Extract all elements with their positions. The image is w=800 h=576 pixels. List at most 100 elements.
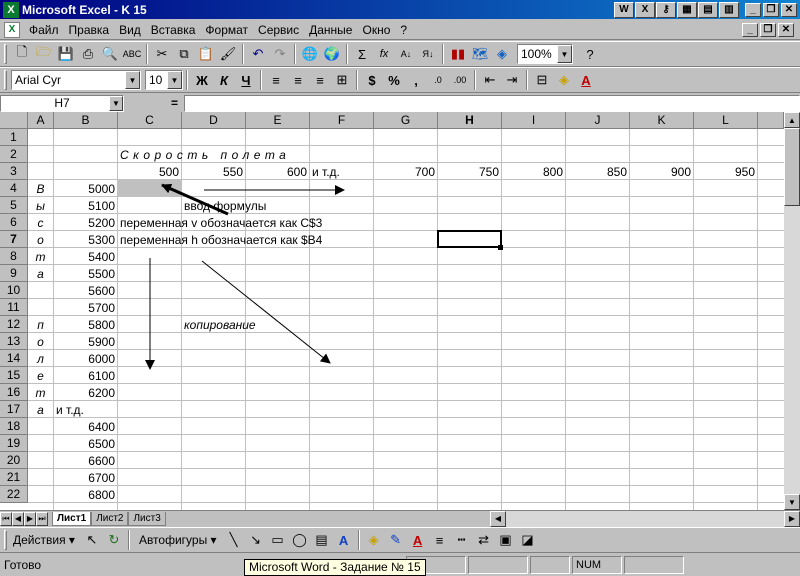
row-header-7[interactable]: 7 [0,231,28,248]
row-header-2[interactable]: 2 [0,146,28,163]
doc-restore-button[interactable]: ❐ [760,22,776,37]
doc-close-button[interactable]: ✕ [778,22,794,37]
workbook-icon[interactable]: X [4,21,20,38]
horizontal-scrollbar[interactable]: ◀ ▶ [490,510,800,527]
paste-icon[interactable]: 📋 [195,43,217,65]
row-header-16[interactable]: 16 [0,384,28,401]
column-header-H[interactable]: H [438,112,502,129]
row-header-5[interactable]: 5 [0,197,28,214]
autosum-icon[interactable]: Σ [351,43,373,65]
sort-asc-icon[interactable]: A↓ [395,43,417,65]
row-header-17[interactable]: 17 [0,401,28,418]
excel-app-icon[interactable]: X [3,1,19,18]
currency-button[interactable]: $ [361,69,383,91]
select-arrow-icon[interactable]: ↖ [81,529,103,551]
calendar-icon[interactable]: ▤ [698,1,718,18]
rotate-icon[interactable]: ↻ [103,529,125,551]
scroll-down-icon[interactable]: ▼ [784,494,800,510]
column-header-L[interactable]: L [694,112,758,129]
row-header-14[interactable]: 14 [0,350,28,367]
row-header-13[interactable]: 13 [0,333,28,350]
format-painter-icon[interactable]: 🖌 [217,43,239,65]
decrease-decimal-icon[interactable]: .00 [449,69,471,91]
next-sheet-icon[interactable]: ▶ [24,511,36,526]
menu-edit[interactable]: Правка [64,23,115,37]
row-header-19[interactable]: 19 [0,435,28,452]
open-icon[interactable]: 🗁 [33,43,55,65]
align-left-icon[interactable]: ≡ [265,69,287,91]
menu-format[interactable]: Формат [200,23,253,37]
oval-icon[interactable]: ◯ [289,529,311,551]
line-icon[interactable]: ╲ [223,529,245,551]
column-header-J[interactable]: J [566,112,630,129]
column-header-B[interactable]: B [54,112,118,129]
undo-icon[interactable]: ↶ [247,43,269,65]
doc-minimize-button[interactable]: _ [742,22,758,37]
chevron-down-icon[interactable]: ▼ [125,71,140,89]
arrow-icon[interactable]: ↘ [245,529,267,551]
minimize-button[interactable]: _ [745,2,761,17]
chevron-down-icon[interactable]: ▼ [167,71,182,89]
hyperlink-icon[interactable]: 🌐 [299,43,321,65]
copy-icon[interactable]: ⧉ [173,43,195,65]
web-toolbar-icon[interactable]: 🌍 [321,43,343,65]
column-header-I[interactable]: I [502,112,566,129]
menu-window[interactable]: Окно [357,23,395,37]
increase-decimal-icon[interactable]: .0 [427,69,449,91]
spelling-icon[interactable]: ABC [121,43,143,65]
percent-button[interactable]: % [383,69,405,91]
row-header-12[interactable]: 12 [0,316,28,333]
preview-icon[interactable]: 🔍 [99,43,121,65]
name-box[interactable]: H7 ▼ [0,94,124,112]
fill-color-icon[interactable]: ◈ [553,69,575,91]
redo-icon[interactable]: ↷ [269,43,291,65]
column-header-D[interactable]: D [182,112,246,129]
align-right-icon[interactable]: ≡ [309,69,331,91]
chart-wizard-icon[interactable]: ▮▮ [447,43,469,65]
fill-handle[interactable] [498,245,503,250]
scroll-up-icon[interactable]: ▲ [784,112,800,128]
row-header-3[interactable]: 3 [0,163,28,180]
close-button[interactable]: ✕ [781,2,797,17]
last-sheet-icon[interactable]: ⏭ [36,511,48,526]
cut-icon[interactable]: ✂ [151,43,173,65]
menu-help[interactable]: ? [395,23,412,37]
tab-sheet1[interactable]: Лист1 [52,511,92,526]
column-header-F[interactable]: F [310,112,374,129]
zoom-select[interactable]: 100% ▼ [517,44,573,64]
chip-icon[interactable]: ▦ [677,1,697,18]
row-header-4[interactable]: 4 [0,180,28,197]
new-icon[interactable]: 🗋 [11,43,33,65]
borders-icon[interactable]: ⊟ [531,69,553,91]
row-header-8[interactable]: 8 [0,248,28,265]
grid-icon[interactable]: ▥ [719,1,739,18]
menu-tools[interactable]: Сервис [253,23,304,37]
function-icon[interactable]: fx [373,43,395,65]
font-color-icon[interactable]: A [575,69,597,91]
merge-center-icon[interactable]: ⊞ [331,69,353,91]
column-header-C[interactable]: C [118,112,182,129]
row-header-21[interactable]: 21 [0,469,28,486]
formula-input[interactable] [184,94,800,112]
word-icon[interactable]: W [614,1,634,18]
select-all-corner[interactable] [0,112,28,129]
actions-menu[interactable]: Действия ▾ [13,533,75,547]
map-icon[interactable]: 🗺 [469,43,491,65]
row-header-6[interactable]: 6 [0,214,28,231]
print-icon[interactable]: ⎙ [77,43,99,65]
scroll-right-icon[interactable]: ▶ [784,510,800,527]
cell-c4-highlight[interactable] [118,180,181,197]
3d-icon[interactable]: ◪ [517,529,539,551]
excel-icon[interactable]: X [635,1,655,18]
row-header-1[interactable]: 1 [0,129,28,146]
font-size-select[interactable]: 10 ▼ [145,70,183,90]
worksheet-grid[interactable]: Скорость полета 500 550 600 и т.д. 700 750 800 8… [0,112,784,510]
increase-indent-icon[interactable]: ⇥ [501,69,523,91]
prev-sheet-icon[interactable]: ◀ [12,511,24,526]
menu-insert[interactable]: Вставка [146,23,201,37]
restore-button[interactable]: ❐ [763,2,779,17]
menu-data[interactable]: Данные [304,23,357,37]
row-header-22[interactable]: 22 [0,486,28,503]
line-color-icon[interactable]: ✎ [385,529,407,551]
sort-desc-icon[interactable]: Я↓ [417,43,439,65]
